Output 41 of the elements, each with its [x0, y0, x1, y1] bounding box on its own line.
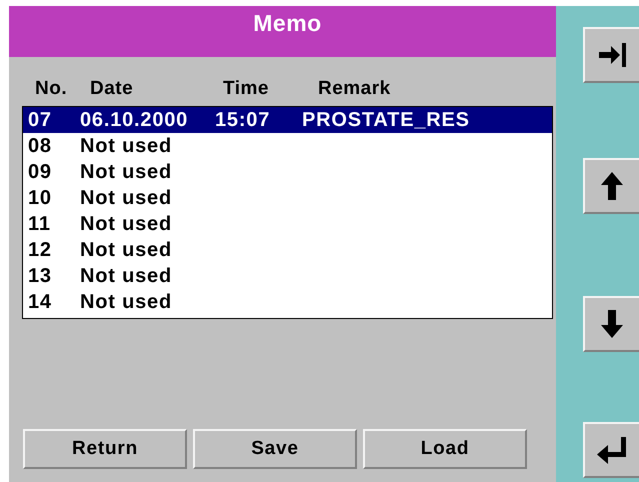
- list-cell-text: PROSTATE_RES: [302, 108, 470, 133]
- side-button[interactable]: [583, 27, 639, 83]
- list-row[interactable]: 12 Not used: [23, 237, 552, 263]
- list-cell-text: 14: [28, 290, 52, 315]
- list-row[interactable]: 07 06.10.2000 15:07 PROSTATE_RES: [23, 107, 552, 133]
- list-cell-text: Not used: [80, 238, 172, 263]
- action-button[interactable]: Save: [193, 429, 357, 469]
- side-button[interactable]: [583, 422, 639, 478]
- list-cell-text: 09: [28, 160, 52, 185]
- list-row[interactable]: 09 Not used: [23, 159, 552, 185]
- list-row[interactable]: 13 Not used: [23, 263, 552, 289]
- list-cell-text: Not used: [80, 212, 172, 237]
- side-button[interactable]: [583, 158, 639, 214]
- list-cell-text: Not used: [80, 134, 172, 159]
- list-cell-text: 11: [28, 212, 51, 237]
- list-cell-text: Not used: [80, 264, 172, 289]
- list-row[interactable]: 10 Not used: [23, 185, 552, 211]
- list-cell-text: 12: [28, 238, 52, 263]
- list-cell-text: 08: [28, 134, 52, 159]
- column-header: Remark: [318, 78, 391, 101]
- list-cell-text: Not used: [80, 290, 172, 315]
- down-arrow-icon: [600, 309, 624, 339]
- list-cell-text: 06.10.2000: [80, 108, 188, 133]
- list-cell-text: 07: [28, 108, 52, 133]
- list-cell-text: 15:07: [215, 108, 270, 133]
- list-row[interactable]: 11 Not used: [23, 211, 552, 237]
- side-button[interactable]: [583, 296, 639, 352]
- action-button[interactable]: Return: [23, 429, 187, 469]
- column-header: Time: [223, 78, 270, 101]
- list-cell-text: Not used: [80, 160, 172, 185]
- window-title: Memo: [252, 10, 322, 38]
- list-row[interactable]: 14 Not used: [23, 289, 552, 315]
- list-cell-text: 13: [28, 264, 52, 289]
- column-header: Date: [90, 78, 134, 101]
- list-cell-text: 10: [28, 186, 52, 211]
- action-button[interactable]: Load: [363, 429, 527, 469]
- enter-icon: [596, 435, 628, 465]
- list-row[interactable]: 08 Not used: [23, 133, 552, 159]
- column-header: No.: [35, 78, 68, 101]
- up-arrow-icon: [600, 171, 624, 201]
- list-cell-text: Not used: [80, 186, 172, 211]
